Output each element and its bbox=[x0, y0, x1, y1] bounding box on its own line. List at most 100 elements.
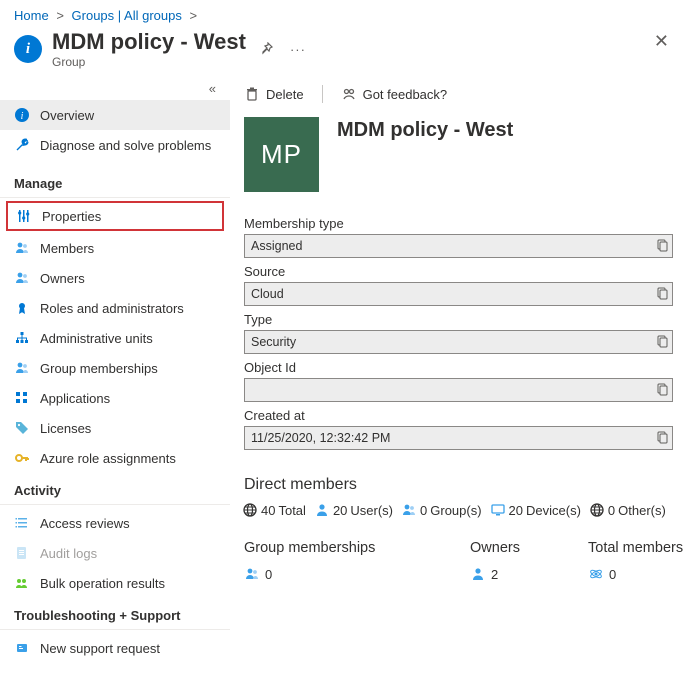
badge-icon bbox=[14, 300, 30, 316]
collapse-icon[interactable]: « bbox=[0, 81, 230, 100]
sidebar-item-members[interactable]: Members bbox=[0, 233, 230, 263]
sidebar-item-admin-units[interactable]: Administrative units bbox=[0, 323, 230, 353]
sidebar-item-group-memberships[interactable]: Group memberships bbox=[0, 353, 230, 383]
field-text: Security bbox=[251, 335, 296, 349]
sidebar-item-applications[interactable]: Applications bbox=[0, 383, 230, 413]
wrench-icon bbox=[14, 137, 30, 153]
stat-label: Device(s) bbox=[526, 503, 581, 518]
stat-number: 0 bbox=[608, 503, 615, 518]
info-icon: i bbox=[14, 35, 42, 63]
person-icon bbox=[470, 566, 486, 582]
summary-row: Group memberships 0 Owners 2 Total membe… bbox=[244, 540, 673, 582]
summary-total-members: Total members 0 bbox=[588, 540, 683, 582]
stat-groups: 0 Group(s) bbox=[401, 502, 482, 518]
svg-text:i: i bbox=[21, 111, 24, 122]
breadcrumb-home[interactable]: Home bbox=[14, 8, 49, 23]
sidebar-item-new-support[interactable]: New support request bbox=[0, 633, 230, 663]
created-value: 11/25/2020, 12:32:42 PM bbox=[244, 426, 673, 450]
grid-icon bbox=[14, 390, 30, 406]
stat-label: Total bbox=[278, 503, 305, 518]
cmd-label: Delete bbox=[266, 87, 304, 102]
pin-icon[interactable] bbox=[260, 42, 274, 56]
nav-label: Diagnose and solve problems bbox=[40, 138, 211, 153]
stat-number: 20 bbox=[333, 503, 347, 518]
sidebar-item-licenses[interactable]: Licenses bbox=[0, 413, 230, 443]
membership-type-label: Membership type bbox=[244, 216, 673, 231]
tag-icon bbox=[14, 420, 30, 436]
sidebar-item-audit-logs[interactable]: Audit logs bbox=[0, 538, 230, 568]
membership-type-value: Assigned bbox=[244, 234, 673, 258]
sidebar-section-activity: Activity bbox=[0, 473, 230, 505]
hero: MP MDM policy - West bbox=[242, 113, 675, 210]
nav-label: Audit logs bbox=[40, 546, 97, 561]
type-value: Security bbox=[244, 330, 673, 354]
support-icon bbox=[14, 640, 30, 656]
created-label: Created at bbox=[244, 408, 673, 423]
nav-label: Administrative units bbox=[40, 331, 153, 346]
stat-other: 0 Other(s) bbox=[589, 502, 666, 518]
sidebar-item-owners[interactable]: Owners bbox=[0, 263, 230, 293]
sidebar-section-manage: Manage bbox=[0, 166, 230, 198]
nav-label: Group memberships bbox=[40, 361, 158, 376]
sidebar-item-bulk-results[interactable]: Bulk operation results bbox=[0, 568, 230, 598]
person-icon bbox=[314, 502, 330, 518]
copy-icon[interactable] bbox=[654, 382, 668, 396]
delete-button[interactable]: Delete bbox=[244, 86, 304, 102]
copy-icon[interactable] bbox=[654, 238, 668, 252]
info-icon: i bbox=[14, 107, 30, 123]
key-icon bbox=[14, 450, 30, 466]
breadcrumb: Home > Groups | All groups > bbox=[0, 0, 687, 27]
nav-label: Owners bbox=[40, 271, 85, 286]
nav-label: Applications bbox=[40, 391, 110, 406]
people-icon bbox=[401, 502, 417, 518]
sidebar-item-overview[interactable]: i Overview bbox=[0, 100, 230, 130]
nav-label: Bulk operation results bbox=[40, 576, 165, 591]
people-icon bbox=[14, 360, 30, 376]
nav-label: Properties bbox=[42, 209, 101, 224]
globe-icon bbox=[242, 502, 258, 518]
sidebar-item-access-reviews[interactable]: Access reviews bbox=[0, 508, 230, 538]
copy-icon[interactable] bbox=[654, 334, 668, 348]
source-label: Source bbox=[244, 264, 673, 279]
people-icon bbox=[14, 240, 30, 256]
direct-members-title: Direct members bbox=[244, 476, 673, 494]
separator bbox=[322, 85, 323, 103]
summary-label: Total members bbox=[588, 540, 683, 556]
page-subtitle: Group bbox=[52, 55, 246, 69]
sliders-icon bbox=[16, 208, 32, 224]
feedback-button[interactable]: Got feedback? bbox=[341, 86, 448, 102]
copy-icon[interactable] bbox=[654, 430, 668, 444]
cmd-label: Got feedback? bbox=[363, 87, 448, 102]
sidebar: « i Overview Diagnose and solve problems… bbox=[0, 77, 230, 663]
command-bar: Delete Got feedback? bbox=[242, 77, 675, 113]
sidebar-item-properties[interactable]: Properties bbox=[6, 201, 224, 231]
sidebar-item-azure-role[interactable]: Azure role assignments bbox=[0, 443, 230, 473]
breadcrumb-groups[interactable]: Groups | All groups bbox=[72, 8, 182, 23]
close-icon[interactable]: ✕ bbox=[654, 31, 669, 52]
page-header: i MDM policy - West Group ··· ✕ bbox=[0, 27, 687, 77]
nav-label: Members bbox=[40, 241, 94, 256]
field-text: 11/25/2020, 12:32:42 PM bbox=[251, 431, 390, 445]
main-content: Delete Got feedback? MP MDM policy - Wes… bbox=[230, 77, 687, 663]
people-icon bbox=[244, 566, 260, 582]
stat-label: User(s) bbox=[350, 503, 393, 518]
nav-label: Overview bbox=[40, 108, 94, 123]
stat-label: Other(s) bbox=[618, 503, 666, 518]
nav-label: Access reviews bbox=[40, 516, 130, 531]
stat-users: 20 User(s) bbox=[314, 502, 393, 518]
summary-value: 0 bbox=[609, 567, 616, 582]
source-value: Cloud bbox=[244, 282, 673, 306]
copy-icon[interactable] bbox=[654, 286, 668, 300]
trash-icon bbox=[244, 86, 260, 102]
field-text: Cloud bbox=[251, 287, 284, 301]
bulk-icon bbox=[14, 575, 30, 591]
sidebar-item-roles[interactable]: Roles and administrators bbox=[0, 293, 230, 323]
doc-icon bbox=[14, 545, 30, 561]
org-icon bbox=[14, 330, 30, 346]
sidebar-item-diagnose[interactable]: Diagnose and solve problems bbox=[0, 130, 230, 160]
direct-members-stats: 40 Total 20 User(s) 0 Group(s) 20 Device… bbox=[242, 502, 675, 518]
more-icon[interactable]: ··· bbox=[290, 42, 306, 57]
stat-devices: 20 Device(s) bbox=[490, 502, 581, 518]
summary-value: 0 bbox=[265, 567, 272, 582]
objectid-label: Object Id bbox=[244, 360, 673, 375]
